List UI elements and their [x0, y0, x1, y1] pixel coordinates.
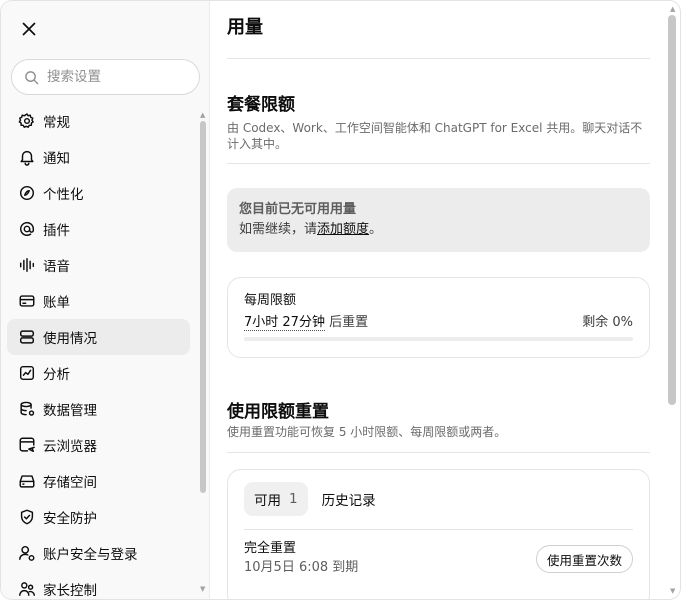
sidebar-item-label: 通知 [43, 151, 70, 167]
reset-item-title: 完全重置 [244, 541, 297, 556]
settings-window: 常规 通知 个性化 插件 语音 账单 [0, 0, 681, 600]
page-title: 用量 [227, 17, 263, 38]
sidebar-item-label: 常规 [43, 115, 70, 131]
sidebar-item-account-security[interactable]: 账户安全与登录 [7, 535, 190, 571]
alert-text-suffix: 。 [369, 222, 383, 237]
plugin-icon [18, 220, 36, 238]
divider [227, 452, 650, 453]
personalize-icon [18, 184, 36, 202]
scroll-down-arrow[interactable]: ▼ [200, 585, 208, 593]
reset-section-desc: 使用重置功能可恢复 5 小时限额、每周限额或两者。 [227, 425, 507, 439]
divider [227, 163, 650, 164]
reset-item-info: 完全重置 10月5日 6:08 到期 [244, 540, 358, 578]
sidebar-item-label: 账单 [43, 295, 70, 311]
main-scroll-up-arrow[interactable]: ▲ [670, 5, 675, 13]
cloud-browser-icon [18, 436, 36, 454]
sidebar-item-general[interactable]: 常规 [7, 103, 190, 139]
settings-nav: 常规 通知 个性化 插件 语音 账单 使用情况 分析 数据管理 云浏览器 存储空… [7, 103, 190, 599]
sidebar-item-label: 个性化 [43, 187, 84, 203]
search-box[interactable] [11, 59, 200, 95]
sidebar-item-analytics[interactable]: 分析 [7, 355, 190, 391]
shield-icon [18, 508, 36, 526]
reset-item-expiry: 10月5日 6:08 到期 [244, 560, 359, 575]
account-icon [18, 544, 36, 562]
reset-section-title: 使用限额重置 [227, 402, 329, 422]
family-icon [18, 580, 36, 598]
sidebar-item-label: 数据管理 [43, 403, 97, 419]
tab-available[interactable]: 可用 1 [244, 482, 308, 516]
sidebar-item-label: 插件 [43, 223, 70, 239]
settings-sidebar: 常规 通知 个性化 插件 语音 账单 [1, 1, 210, 599]
sidebar-item-label: 分析 [43, 367, 70, 383]
sidebar-item-voice[interactable]: 语音 [7, 247, 190, 283]
main-scrollbar[interactable] [668, 15, 676, 405]
divider [244, 529, 633, 530]
add-credits-link[interactable]: 添加额度 [317, 222, 369, 237]
sidebar-item-notifications[interactable]: 通知 [7, 139, 190, 175]
alert-text: 如需继续，请添加额度。 [239, 219, 638, 241]
sidebar-item-parental-controls[interactable]: 家长控制 [7, 571, 190, 599]
weekly-progress-bar [244, 337, 633, 341]
scroll-up-arrow[interactable]: ▲ [200, 111, 208, 119]
sidebar-item-cloud-browser[interactable]: 云浏览器 [7, 427, 190, 463]
sidebar-item-data-controls[interactable]: 数据管理 [7, 391, 190, 427]
sidebar-item-label: 家长控制 [43, 583, 97, 599]
weekly-limit-row: 7小时 27分钟 后重置 剩余 0% [244, 314, 633, 332]
main-content: 用量 套餐限额 由 Codex、Work、工作空间智能体和 ChatGPT fo… [211, 1, 680, 599]
bell-icon [18, 148, 36, 166]
sidebar-scrollbar[interactable] [200, 121, 206, 493]
close-icon [22, 22, 36, 36]
weekly-limit-label: 每周限额 [244, 293, 297, 308]
chart-icon [18, 364, 36, 382]
sidebar-item-usage[interactable]: 使用情况 [7, 319, 190, 355]
usage-icon [18, 328, 36, 346]
reset-suffix: 后重置 [324, 315, 369, 330]
search-input[interactable] [47, 69, 187, 85]
reset-item: 完全重置 10月5日 6:08 到期 使用重置次数 [244, 540, 633, 578]
close-button[interactable] [17, 17, 41, 41]
gear-icon [18, 112, 36, 130]
tab-history[interactable]: 历史记录 [312, 482, 386, 516]
weekly-limit-card: 每周限额 7小时 27分钟 后重置 剩余 0% [227, 277, 650, 358]
sidebar-item-label: 安全防护 [43, 511, 97, 527]
use-reset-button[interactable]: 使用重置次数 [535, 545, 633, 573]
database-icon [18, 400, 36, 418]
alert-text-prefix: 如需继续，请 [239, 222, 318, 237]
sidebar-item-label: 账户安全与登录 [43, 547, 138, 563]
reset-countdown: 7小时 27分钟 [244, 315, 325, 331]
plan-limits-title: 套餐限额 [227, 95, 295, 115]
sidebar-item-billing[interactable]: 账单 [7, 283, 190, 319]
waveform-icon [18, 256, 36, 274]
storage-icon [18, 472, 36, 490]
sidebar-item-security[interactable]: 安全防护 [7, 499, 190, 535]
tab-available-label: 可用 [254, 493, 281, 509]
reset-tabs: 可用 1 历史记录 [244, 482, 633, 516]
card-icon [18, 292, 36, 310]
no-usage-alert: 您目前已无可用用量 如需继续，请添加额度。 [227, 188, 650, 252]
sidebar-item-plugins[interactable]: 插件 [7, 211, 190, 247]
sidebar-item-personalization[interactable]: 个性化 [7, 175, 190, 211]
sidebar-item-label: 云浏览器 [43, 439, 97, 455]
divider [227, 58, 650, 59]
main-scroll-down-arrow[interactable]: ▼ [670, 587, 675, 595]
sidebar-item-label: 语音 [43, 259, 70, 275]
sidebar-item-label: 使用情况 [43, 331, 97, 347]
remaining-percent: 剩余 0% [582, 315, 633, 330]
sidebar-item-label: 存储空间 [43, 475, 97, 491]
reset-time-text: 7小时 27分钟 后重置 [244, 314, 368, 332]
sidebar-item-storage[interactable]: 存储空间 [7, 463, 190, 499]
tab-available-count: 1 [289, 491, 298, 507]
alert-title: 您目前已无可用用量 [239, 202, 357, 217]
plan-limits-desc: 由 Codex、Work、工作空间智能体和 ChatGPT for Excel … [227, 121, 643, 151]
search-icon [25, 70, 39, 84]
reset-card: 可用 1 历史记录 完全重置 10月5日 6:08 到期 使用重置次数 [227, 469, 650, 599]
